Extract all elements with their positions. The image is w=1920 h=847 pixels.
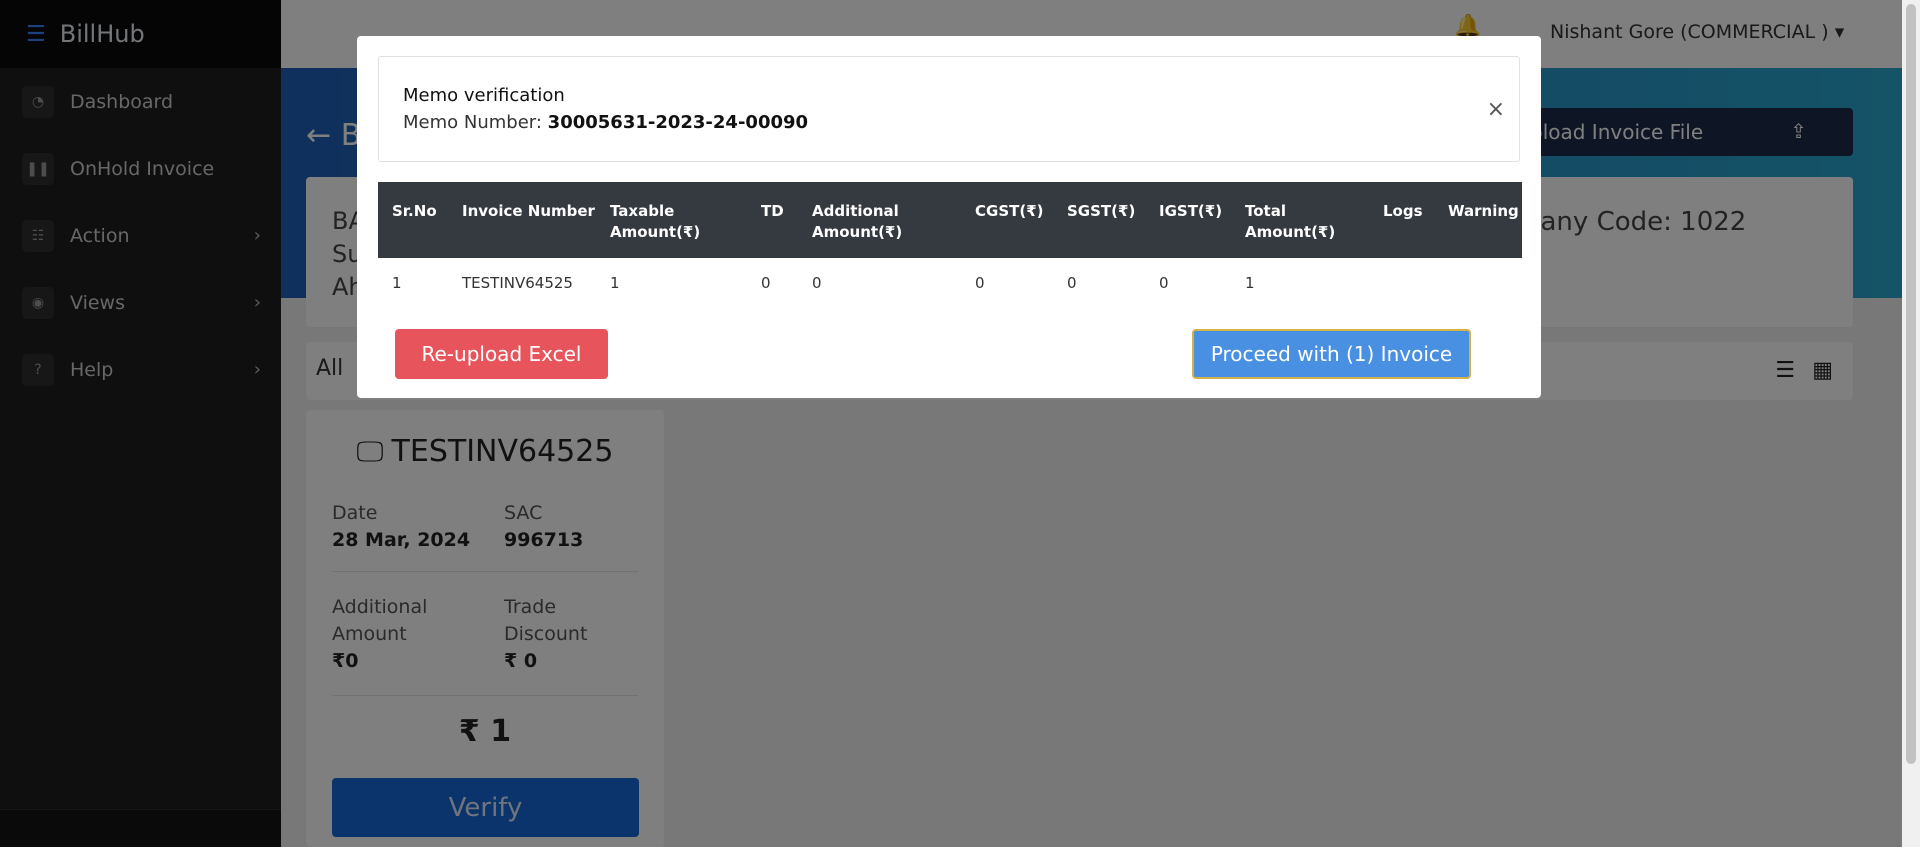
cell-sr-no: 1 [392,274,402,292]
col-sr-no: Sr.No [378,182,448,258]
col-invoice-number: Invoice Number [448,182,596,258]
scrollbar[interactable] [1902,0,1920,847]
invoice-table: Sr.No Invoice Number Taxable Amount(₹) T… [378,182,1522,310]
cell-igst: 0 [1159,274,1169,292]
table-row: 1 TESTINV64525 1 0 0 0 0 0 1 [378,258,1522,310]
col-additional-amount: Additional Amount(₹) [798,182,961,258]
memo-number: 30005631-2023-24-00090 [547,112,809,133]
cell-td: 0 [761,274,771,292]
modal-header: Memo verification Memo Number: 30005631-… [378,56,1520,162]
modal-title: Memo verification [403,85,565,106]
memo-verification-modal: Memo verification Memo Number: 30005631-… [357,36,1541,398]
col-warning: Warning [1434,182,1522,258]
col-logs: Logs [1369,182,1434,258]
col-sgst: SGST(₹) [1053,182,1145,258]
cell-logs [1369,258,1434,310]
cell-sgst: 0 [1067,274,1077,292]
col-cgst: CGST(₹) [961,182,1053,258]
proceed-button[interactable]: Proceed with (1) Invoice [1192,329,1471,379]
cell-warning [1434,258,1522,310]
memo-number-line: Memo Number: 30005631-2023-24-00090 [403,112,808,133]
table-header-row: Sr.No Invoice Number Taxable Amount(₹) T… [378,182,1522,258]
cell-invoice-number: TESTINV64525 [462,274,573,292]
cell-additional-amount: 0 [812,274,822,292]
scrollbar-thumb[interactable] [1906,4,1916,764]
cell-total-amount: 1 [1245,274,1255,292]
cell-taxable-amount: 1 [610,274,620,292]
cell-cgst: 0 [975,274,985,292]
col-taxable-amount: Taxable Amount(₹) [596,182,747,258]
close-icon[interactable]: × [1487,97,1505,122]
memo-label: Memo Number: [403,112,542,133]
col-td: TD [747,182,798,258]
col-total-amount: Total Amount(₹) [1231,182,1369,258]
reupload-excel-button[interactable]: Re-upload Excel [395,329,608,379]
col-igst: IGST(₹) [1145,182,1231,258]
